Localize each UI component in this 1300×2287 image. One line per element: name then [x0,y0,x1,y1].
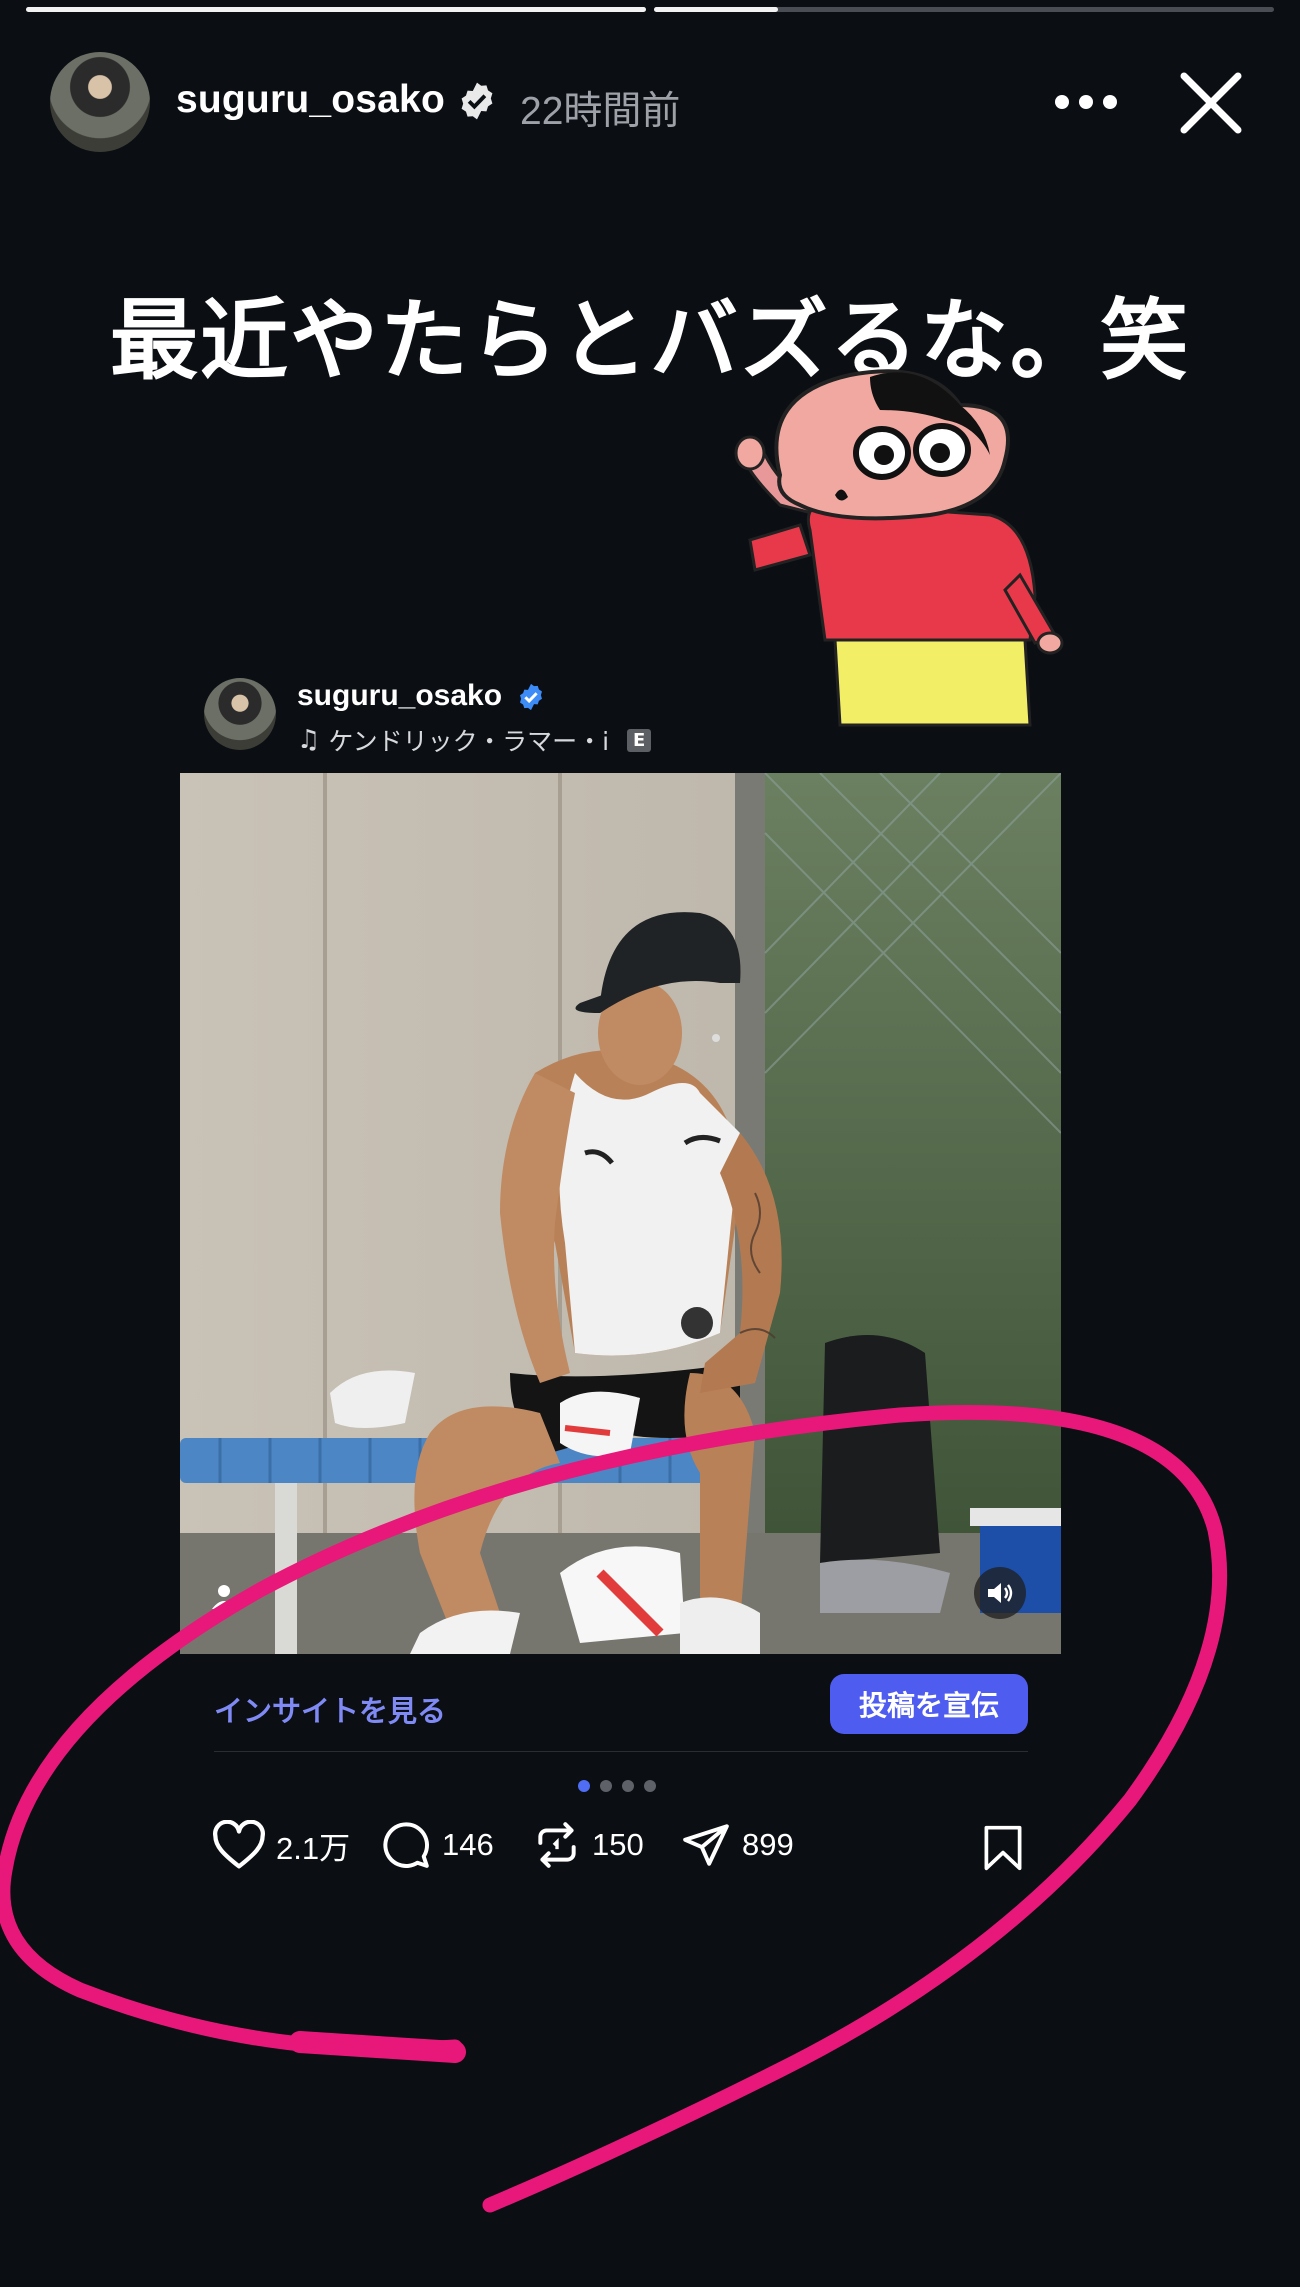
promote-post-button[interactable]: 投稿を宣伝 [830,1674,1028,1734]
carousel-dot [578,1780,590,1792]
comment-icon [383,1822,429,1868]
carousel-dot [600,1780,612,1792]
repost-count: 150 [592,1827,644,1862]
music-title: ケンドリック・ラマー・i [328,727,610,756]
post-photo[interactable] [180,773,1061,1654]
send-icon [683,1824,729,1866]
like-button[interactable]: 2.1万 [212,1820,350,1870]
more-options-icon[interactable] [1050,82,1122,122]
speaker-icon [988,1583,1013,1603]
post-username[interactable]: suguru_osako [297,679,502,713]
carousel-dot [644,1780,656,1792]
divider [214,1751,1028,1752]
story-time: 22時間前 [520,90,681,133]
explicit-badge: E [627,728,652,752]
story-caption: 最近やたらとバズるな。笑 [109,289,1190,392]
music-note-icon: ♫ [297,725,321,755]
repost-icon [538,1822,576,1868]
close-icon[interactable] [1176,68,1246,138]
story-progress-2 [654,7,1274,12]
audio-toggle-button[interactable] [974,1567,1026,1619]
view-insights-link[interactable]: インサイトを見る [214,1688,446,1730]
heart-icon [213,1820,265,1869]
post-music[interactable]: ♫ ケンドリック・ラマー・i E [297,722,652,758]
story-username[interactable]: suguru_osako [176,78,445,122]
carousel-indicator [578,1780,656,1792]
tagged-user-icon[interactable] [212,1583,236,1609]
athlete-photo [180,773,1061,1654]
cartoon-sticker [734,369,1064,727]
comment-button[interactable]: 146 [380,1820,494,1870]
share-button[interactable]: 899 [680,1820,794,1870]
like-count: 2.1万 [276,1830,351,1866]
post-avatar[interactable] [204,678,276,750]
comment-count: 146 [442,1827,494,1862]
verified-badge-icon [520,683,542,711]
story-avatar[interactable] [50,52,150,152]
carousel-dot [622,1780,634,1792]
story-progress-1 [26,7,646,12]
verified-badge-icon [461,82,493,120]
repost-button[interactable]: 150 [532,1820,644,1870]
share-count: 899 [742,1827,794,1862]
bookmark-icon[interactable] [980,1824,1026,1872]
